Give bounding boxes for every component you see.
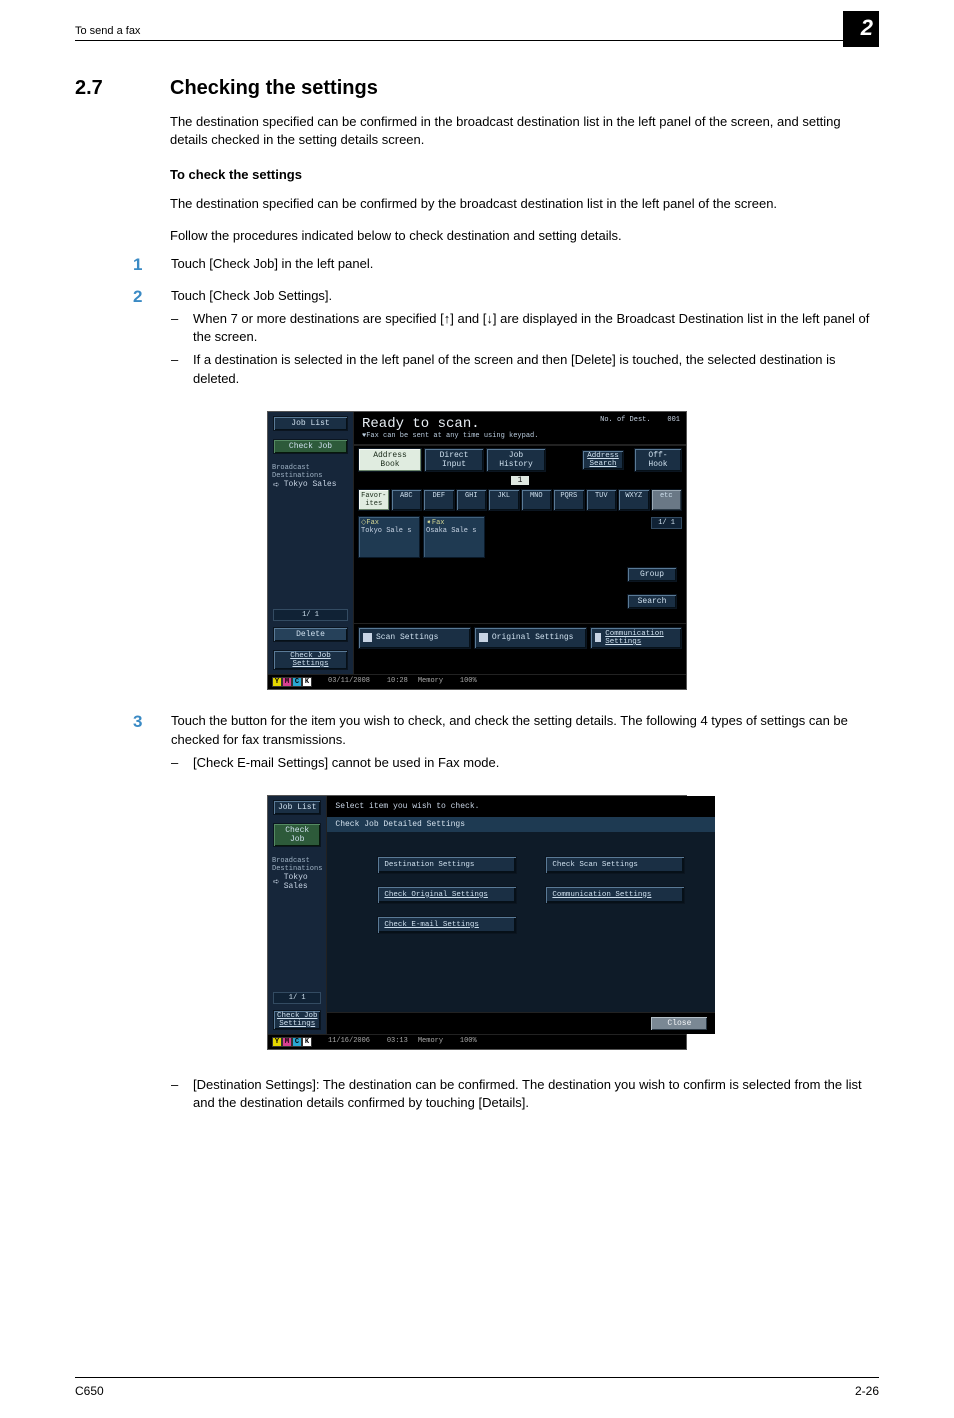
toner-indicator: YMCK: [272, 1037, 312, 1047]
comm-icon: [595, 633, 602, 642]
broadcast-label: Broadcast Destinations: [272, 464, 349, 480]
step-1: 1 Touch [Check Job] in the left panel.: [75, 255, 879, 275]
alpha-wxyz[interactable]: WXYZ: [618, 489, 650, 511]
alpha-mno[interactable]: MNO: [521, 489, 553, 511]
broadcast-label: Broadcast Destinations: [272, 857, 322, 873]
alpha-abc[interactable]: ABC: [391, 489, 423, 511]
close-button[interactable]: Close: [651, 1017, 707, 1030]
header-rule: To send a fax 2: [75, 40, 879, 41]
sub-intro-2: Follow the procedures indicated below to…: [170, 227, 879, 245]
check-job-button[interactable]: Check Job: [273, 823, 321, 847]
toner-indicator: YMCK: [272, 677, 312, 687]
check-job-button[interactable]: Check Job: [273, 439, 348, 454]
dest-icon: [273, 480, 280, 490]
delete-button[interactable]: Delete: [273, 627, 348, 642]
device-screenshot-2: Job List Check Job Broadcast Destination…: [267, 795, 687, 1050]
no-of-dest-label: No. of Dest.: [600, 416, 650, 424]
destination-item[interactable]: Tokyo Sales: [273, 873, 321, 891]
job-list-button[interactable]: Job List: [273, 416, 348, 431]
step-text: Touch [Check Job Settings]. –When 7 or m…: [171, 287, 879, 393]
group-button[interactable]: Group: [627, 567, 677, 582]
tab-address-book[interactable]: Address Book: [358, 448, 422, 472]
step-number: 1: [133, 255, 171, 275]
section-heading: 2.7Checking the settings: [75, 77, 879, 100]
bullet: –[Destination Settings]: The destination…: [171, 1076, 879, 1114]
step-number: 3: [133, 712, 171, 777]
alpha-ghi[interactable]: GHI: [456, 489, 488, 511]
status-time: 03:13: [387, 1037, 408, 1045]
tab-direct-input[interactable]: Direct Input: [424, 448, 484, 472]
fax-icon: ➧Fax: [426, 519, 444, 527]
alpha-tuv[interactable]: TUV: [586, 489, 618, 511]
dest-card-osaka[interactable]: ➧FaxOsaka Sale s: [423, 516, 485, 558]
bullet: –When 7 or more destinations are specifi…: [171, 310, 879, 348]
bullet: –If a destination is selected in the lef…: [171, 351, 879, 389]
tab-off-hook[interactable]: Off-Hook: [634, 448, 682, 472]
original-icon: [479, 633, 488, 642]
dest-card-tokyo[interactable]: ◇FaxTokyo Sale s: [358, 516, 420, 558]
ready-subtitle: ♥Fax can be sent at any time using keypa…: [354, 432, 686, 445]
post-bullet: –[Destination Settings]: The destination…: [75, 1072, 879, 1118]
sub-intro-1: The destination specified can be confirm…: [170, 195, 879, 213]
alpha-etc[interactable]: etc: [651, 489, 683, 511]
document-page: To send a fax 2 2.7Checking the settings…: [0, 0, 954, 1418]
left-page-counter: 1/ 1: [273, 992, 321, 1004]
scan-icon: [363, 633, 372, 642]
scan-settings-button[interactable]: Scan Settings: [358, 627, 471, 649]
status-time: 10:28: [387, 677, 408, 685]
check-email-settings-button[interactable]: Check E-mail Settings: [377, 916, 517, 934]
original-settings-button[interactable]: Original Settings: [474, 627, 587, 649]
step-2: 2 Touch [Check Job Settings]. –When 7 or…: [75, 287, 879, 393]
alpha-tabs: Favor- ites ABC DEF GHI JKL MNO PQRS TUV…: [354, 489, 686, 513]
device-screenshot-1: Job List Check Job Broadcast Destination…: [267, 411, 687, 690]
step-3: 3 Touch the button for the item you wish…: [75, 712, 879, 777]
running-head: To send a fax: [75, 25, 140, 37]
step-text: Touch the button for the item you wish t…: [171, 712, 879, 777]
intro-paragraph: The destination specified can be confirm…: [170, 113, 879, 149]
bullet: –[Check E-mail Settings] cannot be used …: [171, 754, 879, 773]
alpha-jkl[interactable]: JKL: [488, 489, 520, 511]
fax-icon: ◇Fax: [361, 519, 379, 527]
memory-label: Memory: [418, 1037, 443, 1045]
detailed-settings-header: Check Job Detailed Settings: [327, 817, 715, 832]
tab-job-history[interactable]: Job History: [486, 448, 546, 472]
search-button[interactable]: Search: [627, 594, 677, 609]
footer-right: 2-26: [855, 1384, 879, 1398]
communication-settings-button[interactable]: Communication Settings: [590, 627, 682, 649]
left-page-counter: 1/ 1: [273, 609, 348, 621]
step-number: 2: [133, 287, 171, 393]
check-original-settings-button[interactable]: Check Original Settings: [377, 886, 517, 904]
footer-left: C650: [75, 1384, 104, 1398]
memory-value: 100%: [460, 677, 477, 685]
page-footer: C650 2-26: [75, 1377, 879, 1398]
communication-settings-button[interactable]: Communication Settings: [545, 886, 685, 904]
select-item-title: Select item you wish to check.: [327, 796, 715, 817]
status-date: 11/16/2006: [328, 1037, 370, 1045]
section-title: Checking the settings: [170, 77, 378, 99]
screen-header: Ready to scan. ♥Fax can be sent at any t…: [354, 412, 686, 446]
alpha-pqrs[interactable]: PQRS: [553, 489, 585, 511]
job-list-button[interactable]: Job List: [273, 800, 321, 815]
step-text: Touch [Check Job] in the left panel.: [171, 255, 879, 275]
check-scan-settings-button[interactable]: Check Scan Settings: [545, 856, 685, 874]
memory-value: 100%: [460, 1037, 477, 1045]
card-page-counter: 1/ 1: [651, 517, 682, 529]
destination-item[interactable]: Tokyo Sales: [273, 480, 348, 490]
tab-address-search[interactable]: Address Search: [582, 450, 624, 470]
check-job-settings-button[interactable]: Check Job Settings: [273, 1010, 321, 1030]
subsection-heading: To check the settings: [170, 167, 879, 182]
chapter-number-box: 2: [843, 11, 879, 47]
no-of-dest-value: 001: [667, 416, 680, 424]
dest-icon: [273, 877, 280, 887]
alpha-favorites[interactable]: Favor- ites: [358, 489, 390, 511]
check-job-settings-button[interactable]: Check Job Settings: [273, 650, 348, 670]
section-number: 2.7: [75, 77, 170, 100]
alpha-def[interactable]: DEF: [423, 489, 455, 511]
tab-page-indicator: 1: [511, 476, 529, 485]
status-date: 03/11/2008: [328, 677, 370, 685]
destination-settings-button[interactable]: Destination Settings: [377, 856, 517, 874]
memory-label: Memory: [418, 677, 443, 685]
